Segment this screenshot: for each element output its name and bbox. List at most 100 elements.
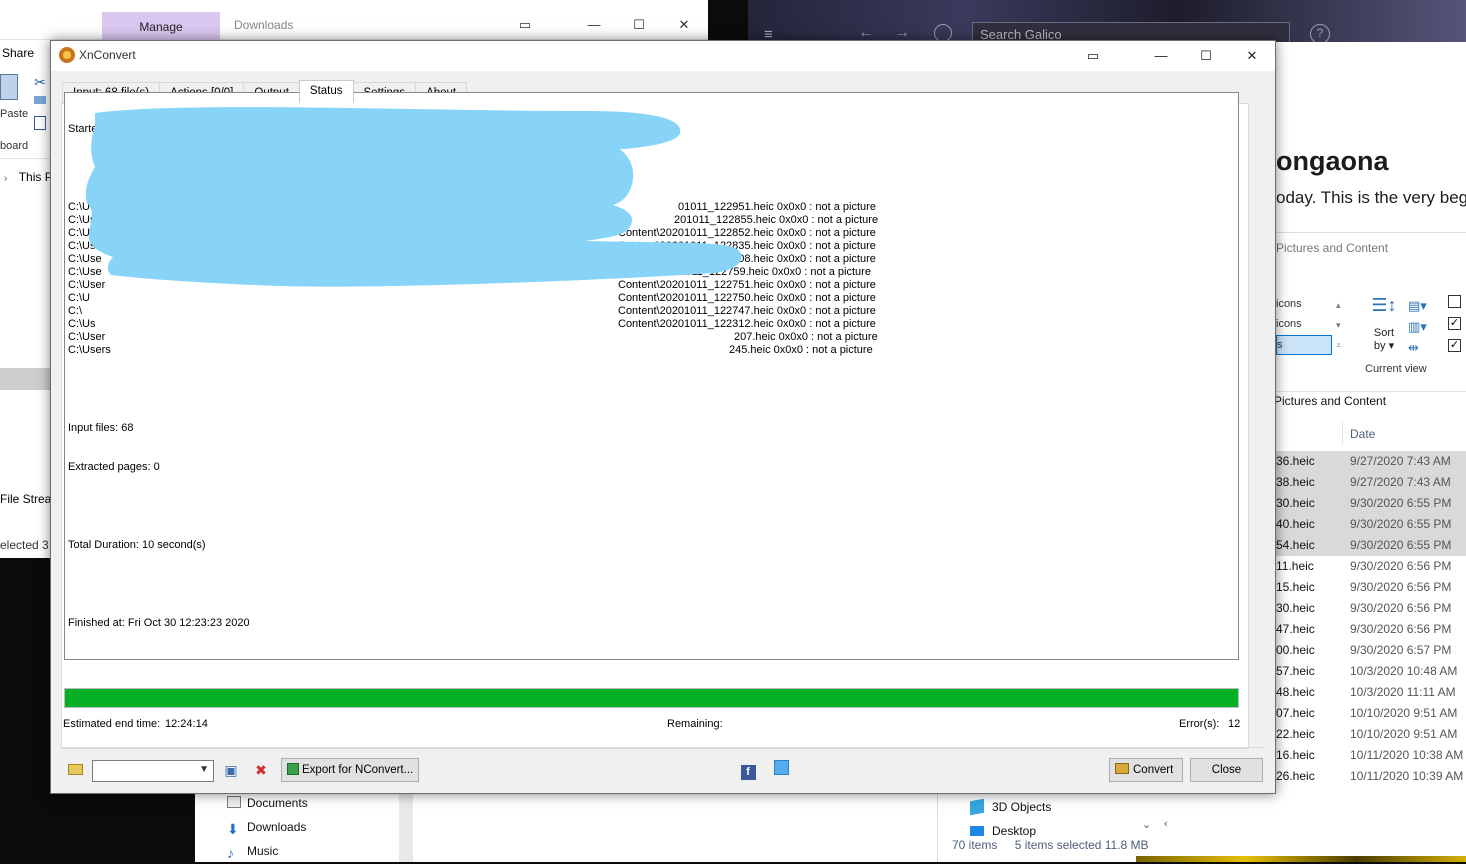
- file-row[interactable]: 16.heic 10/11/2020 10:38 AM: [1276, 745, 1466, 766]
- save-icon[interactable]: ▣: [221, 760, 241, 780]
- nav-item-music[interactable]: ♪ Music: [225, 840, 308, 864]
- close-icon[interactable]: ✕: [1229, 44, 1275, 68]
- log-error-path-prefix: C:\U: [68, 201, 90, 213]
- file-date: 9/30/2020 6:56 PM: [1350, 559, 1452, 573]
- log-error-message: Content\20201011_122835.heic 0x0x0 : not…: [618, 240, 876, 252]
- log-error-message: 245.heic 0x0x0 : not a picture: [729, 344, 873, 356]
- nav-item-downloads[interactable]: ⬇ Downloads: [225, 816, 308, 840]
- file-name: 26.heic: [1276, 769, 1315, 783]
- navigation-pane: Documents ⬇ Downloads ♪ Music: [195, 792, 937, 862]
- tab-status[interactable]: Status: [298, 80, 354, 103]
- file-row[interactable]: 22.heic 10/10/2020 9:51 AM: [1276, 724, 1466, 745]
- help-icon[interactable]: ?: [1310, 24, 1330, 44]
- manage-tab[interactable]: Manage: [102, 12, 220, 40]
- nav-scrollbar[interactable]: [399, 792, 413, 862]
- chevron-down-icon: ▼: [199, 764, 209, 775]
- current-view-label: Current view: [1365, 363, 1427, 375]
- tablet-mode-icon[interactable]: ▭: [1070, 44, 1116, 68]
- file-row[interactable]: 57.heic 10/3/2020 10:48 AM: [1276, 661, 1466, 682]
- progress-fill: [65, 689, 1238, 707]
- export-nconvert-button[interactable]: Export for NConvert...: [281, 758, 420, 782]
- maximize-icon[interactable]: ☐: [628, 14, 650, 36]
- gallery-scroll-icon[interactable]: ▴ ▾ ⩡: [1336, 295, 1341, 355]
- paste-shortcut-icon[interactable]: [34, 116, 46, 130]
- file-row[interactable]: 47.heic 9/30/2020 6:56 PM: [1276, 619, 1466, 640]
- log-error-path-prefix: C:\Us: [68, 227, 96, 239]
- twitter-icon[interactable]: [771, 760, 791, 780]
- log-error-line: C:\Us Content\20201011_122312.heic 0x0x0 …: [68, 318, 1235, 331]
- status-selected: elected 3: [0, 538, 49, 552]
- file-row[interactable]: 30.heic 9/30/2020 6:56 PM: [1276, 598, 1466, 619]
- xnconvert-titlebar: XnConvert ▭ — ☐ ✕: [51, 41, 1275, 71]
- window-title: Downloads: [234, 18, 294, 32]
- file-name: 40.heic: [1276, 517, 1315, 531]
- file-row[interactable]: 26.heic 10/11/2020 10:39 AM: [1276, 766, 1466, 787]
- close-icon[interactable]: ✕: [673, 14, 695, 36]
- extensions-checkbox[interactable]: ✓: [1448, 317, 1461, 330]
- minimize-icon[interactable]: —: [583, 14, 605, 36]
- background-explorer2-window: Pictures and Content icons icons s ▴ ▾ ⩡ ☰…: [1180, 232, 1466, 862]
- file-row[interactable]: 54.heic 9/30/2020 6:55 PM: [1276, 535, 1466, 556]
- file-row[interactable]: 48.heic 10/3/2020 11:11 AM: [1276, 682, 1466, 703]
- paste-label[interactable]: Paste: [0, 108, 28, 120]
- file-name: 07.heic: [1276, 706, 1315, 720]
- preset-select[interactable]: ▼: [92, 760, 214, 782]
- delete-icon[interactable]: ✖: [251, 760, 271, 780]
- file-date: 10/11/2020 10:39 AM: [1350, 769, 1464, 783]
- file-date: 9/30/2020 6:56 PM: [1350, 622, 1452, 636]
- address-bar[interactable]: Pictures and Content: [1274, 391, 1466, 408]
- file-row[interactable]: 30.heic 9/30/2020 6:55 PM: [1276, 493, 1466, 514]
- sort-by-button[interactable]: ☰↕ Sort by ▾: [1366, 295, 1402, 352]
- open-folder-icon[interactable]: [65, 760, 85, 780]
- log-error-path-prefix: C:\Use: [68, 266, 102, 278]
- file-date: 10/3/2020 10:48 AM: [1350, 664, 1458, 678]
- layout-option-selected[interactable]: s: [1276, 335, 1332, 355]
- clipboard-icon[interactable]: [0, 74, 18, 100]
- xnconvert-window: XnConvert ▭ — ☐ ✕ Input: 68 file(s) Acti…: [50, 40, 1276, 794]
- file-row[interactable]: 00.heic 9/30/2020 6:57 PM: [1276, 640, 1466, 661]
- scroll-down-icon[interactable]: ⌄: [1142, 818, 1151, 831]
- file-date: 9/30/2020 6:55 PM: [1350, 538, 1452, 552]
- log-error-list: C:\U 01011_122951.heic 0x0x0 : not a pict…: [68, 201, 1235, 357]
- sort-by-label: by ▾: [1373, 340, 1395, 352]
- group-by-icon[interactable]: ▤▾ ▥▾ ⇹: [1408, 295, 1430, 357]
- copy-path-icon[interactable]: [34, 96, 46, 104]
- nav-item-desktop[interactable]: Desktop: [968, 824, 1036, 838]
- file-row[interactable]: 38.heic 9/27/2020 7:43 AM: [1276, 472, 1466, 493]
- channel-heading: ongaona: [1276, 146, 1389, 176]
- file-date: 9/30/2020 6:57 PM: [1350, 643, 1452, 657]
- minimize-icon[interactable]: —: [1138, 44, 1184, 68]
- date-column-header[interactable]: Date: [1350, 427, 1375, 441]
- scroll-left-icon[interactable]: ‹: [1164, 818, 1168, 830]
- log-error-message: 01011_122951.heic 0x0x0 : not a picture: [678, 201, 876, 213]
- convert-button[interactable]: Convert: [1109, 758, 1183, 782]
- tablet-mode-icon[interactable]: ▭: [514, 14, 536, 36]
- facebook-icon[interactable]: f: [738, 760, 758, 780]
- selected-row[interactable]: [0, 368, 50, 390]
- file-row[interactable]: 11.heic 9/30/2020 6:56 PM: [1276, 556, 1466, 577]
- log-spacer: [68, 162, 1235, 175]
- status-log[interactable]: Started at: Fri Oct 30 12:23:12 2020 C:\…: [64, 92, 1239, 660]
- file-row[interactable]: 15.heic 9/30/2020 6:56 PM: [1276, 577, 1466, 598]
- sort-icon: ☰↕: [1371, 295, 1397, 315]
- item-checkbox[interactable]: [1448, 295, 1461, 308]
- breadcrumb[interactable]: Pictures and Content: [1276, 241, 1388, 255]
- file-row[interactable]: 40.heic 9/30/2020 6:55 PM: [1276, 514, 1466, 535]
- file-row[interactable]: 07.heic 10/10/2020 9:51 AM: [1276, 703, 1466, 724]
- nav-item-3d-objects[interactable]: 3D Objects: [968, 798, 1051, 816]
- address-bar-this-pc[interactable]: › This P: [4, 170, 53, 184]
- errors-label: Error(s):: [1179, 718, 1220, 730]
- log-error-path-prefix: C:\U: [68, 292, 90, 304]
- xnconvert-logo-icon: [59, 47, 75, 63]
- nav-item-documents[interactable]: Documents: [225, 792, 308, 816]
- log-finished: Finished at: Fri Oct 30 12:23:23 2020: [68, 617, 250, 629]
- estimated-end-label: Estimated end time:: [63, 718, 161, 730]
- hidden-items-checkbox[interactable]: ✓: [1448, 339, 1461, 352]
- maximize-icon[interactable]: ☐: [1183, 44, 1229, 68]
- file-row[interactable]: 36.heic 9/27/2020 7:43 AM: [1276, 451, 1466, 472]
- close-button[interactable]: Close: [1190, 758, 1263, 782]
- convert-label: Convert: [1133, 764, 1174, 776]
- scissors-icon[interactable]: ✂: [34, 74, 46, 91]
- ribbon-tab-share[interactable]: Share: [2, 46, 34, 60]
- log-error-message: Content\20201011_122852.heic 0x0x0 : not…: [618, 227, 876, 239]
